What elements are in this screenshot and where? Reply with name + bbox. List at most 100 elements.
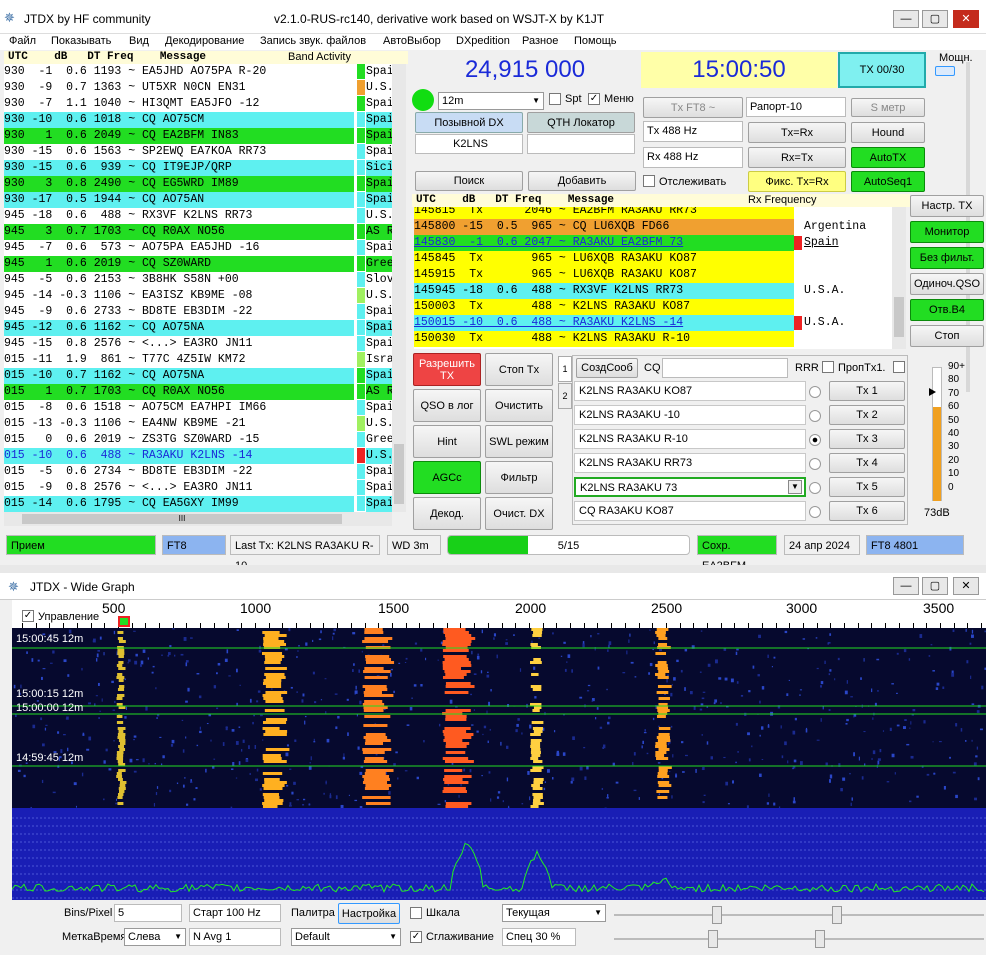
menu-file[interactable]: Файл (9, 35, 36, 47)
tx-eq-rx-button[interactable]: Tx=Rx (748, 122, 846, 143)
clear-button[interactable]: Очистить (485, 389, 553, 422)
cq-input[interactable] (662, 358, 788, 378)
band-activity-row[interactable]: 945 -15 0.8 2576 ~ <...> EA3RO JN11 (4, 336, 354, 352)
rx-row[interactable]: 150003 Tx 488 ~ K2LNS RA3AKU KO87 (414, 299, 794, 315)
rx-row[interactable]: 145800 -15 0.5 965 ~ CQ LU6XQB FD66 (414, 219, 794, 235)
menu-misc[interactable]: Разное (522, 35, 558, 47)
wg-close-button[interactable]: ✕ (953, 577, 979, 595)
tab-1[interactable]: 1 (558, 356, 572, 382)
rx-scrollbar[interactable] (892, 207, 906, 349)
band-activity-row[interactable]: 945 -7 0.6 573 ~ AO75PA EA5JHD -16 (4, 240, 354, 256)
band-activity-row[interactable]: 930 -7 1.1 1040 ~ HI3QMT EA5JFO -12 (4, 96, 354, 112)
smooth-checkbox[interactable]: ✓ (410, 931, 422, 943)
tx-mode-button[interactable]: Tx FT8 ~ (643, 97, 743, 118)
band-activity-row[interactable]: 930 -9 0.7 1363 ~ UT5XR N0CN EN31 (4, 80, 354, 96)
decode-button[interactable]: Декод. (413, 497, 481, 530)
monitor-button[interactable]: Монитор (910, 221, 984, 243)
rx-freq-spinner[interactable]: Rx 488 Hz (643, 147, 743, 168)
minimize-button[interactable]: — (893, 10, 919, 28)
band-activity-row[interactable]: 015 -10 0.6 488 ~ RA3AKU K2LNS -14 (4, 448, 354, 464)
band-activity-row[interactable]: 930 3 0.8 2490 ~ CQ EG5WRD IM89 (4, 176, 354, 192)
band-activity-row[interactable]: 945 -12 0.6 1162 ~ CQ AO75NA (4, 320, 354, 336)
tx4-message[interactable]: K2LNS RA3AKU RR73 (574, 453, 806, 473)
timestamp-select[interactable]: Слева (124, 928, 186, 946)
hound-button[interactable]: Hound (851, 122, 925, 143)
generate-msgs-button[interactable]: СоздСооб (576, 358, 638, 378)
tx6-button[interactable]: Tx 6 (829, 501, 905, 521)
agcc-button[interactable]: AGCc (413, 461, 481, 494)
band-activity-row[interactable]: 015 -13 -0.3 1106 ~ EA4NW KB9ME -21 (4, 416, 354, 432)
wg-maximize-button[interactable]: ▢ (922, 577, 948, 595)
band-activity-row[interactable]: 015 -14 0.6 1795 ~ CQ EA5GXY IM99 (4, 496, 354, 512)
rx-row[interactable]: 145845 Tx 965 ~ LU6XQB RA3AKU KO87 (414, 251, 794, 267)
rx-row[interactable]: 150030 Tx 488 ~ K2LNS RA3AKU R-10 (414, 331, 794, 347)
rx-row[interactable]: 145815 Tx 2046 ~ EA2BFM RA3AKU RR73 (414, 207, 794, 219)
stop-tx-button[interactable]: Стоп Tx (485, 353, 553, 386)
autoseq-button[interactable]: AutoSeq1 (851, 171, 925, 192)
tx6-message[interactable]: CQ RA3AKU KO87 (574, 501, 806, 521)
slider-4-handle[interactable] (815, 930, 825, 948)
power-slider-handle[interactable] (935, 66, 955, 76)
slider-1-handle[interactable] (712, 906, 722, 924)
band-select[interactable]: 12m (438, 92, 544, 110)
spec-input[interactable]: Спец 30 % (502, 928, 576, 946)
rx-eq-tx-button[interactable]: Rx=Tx (748, 147, 846, 168)
smeter-button[interactable]: S метр (851, 98, 925, 117)
tx4-radio[interactable] (809, 458, 821, 470)
band-activity-row[interactable]: 930 -17 0.5 1944 ~ CQ AO75AN (4, 192, 354, 208)
band-activity-row[interactable]: 015 -9 0.8 2576 ~ <...> EA3RO JN11 (4, 480, 354, 496)
band-activity-row[interactable]: 930 -1 0.6 1193 ~ EA5JHD AO75PA R-20 (4, 64, 354, 80)
tx1-message[interactable]: K2LNS RA3AKU KO87 (574, 381, 806, 401)
qso-log-button[interactable]: QSO в лог (413, 389, 481, 422)
add-button[interactable]: Добавить (528, 171, 636, 191)
tx-marker-icon[interactable] (118, 616, 130, 627)
band-activity-row[interactable]: 930 -15 0.6 1563 ~ SP2EWQ EA7KOA RR73 (4, 144, 354, 160)
skip-tx1-checkbox[interactable] (893, 361, 905, 373)
answer-b4-button[interactable]: Отв.В4 (910, 299, 984, 321)
rrr-checkbox[interactable] (822, 361, 834, 373)
stop-button[interactable]: Стоп (910, 325, 984, 347)
hint-button[interactable]: Hint (413, 425, 481, 458)
band-activity-row[interactable]: 015 -5 0.6 2734 ~ BD8TE EB3DIM -22 (4, 464, 354, 480)
band-activity-row[interactable]: 015 -10 0.7 1162 ~ CQ AO75NA (4, 368, 354, 384)
slider-2-handle[interactable] (832, 906, 842, 924)
band-activity-row[interactable]: 930 1 0.6 2049 ~ CQ EA2BFM IN83 (4, 128, 354, 144)
menu-help[interactable]: Помощь (574, 35, 617, 47)
rx-row[interactable]: 150015 -10 0.6 488 ~ RA3AKU K2LNS -14 (414, 315, 794, 331)
tx3-message[interactable]: K2LNS RA3AKU R-10 (574, 429, 806, 449)
band-activity-row[interactable]: 945 -18 0.6 488 ~ RX3VF K2LNS RR73 (4, 208, 354, 224)
band-activity-row[interactable]: 015 0 0.6 2019 ~ ZS3TG SZ0WARD -15 (4, 432, 354, 448)
palette-settings-button[interactable]: Настройка (338, 903, 400, 924)
menu-checkbox[interactable]: ✓ (588, 93, 600, 105)
enable-tx-button[interactable]: Разрешить TX (413, 353, 481, 386)
band-activity-row[interactable]: 015 1 0.7 1703 ~ CQ R0AX NO56 (4, 384, 354, 400)
fix-tx-rx-button[interactable]: Фикс. Tx=Rx (748, 171, 846, 192)
band-activity-scrollbar[interactable] (392, 64, 406, 512)
menu-dxpedition[interactable]: DXpedition (456, 35, 510, 47)
slider-3-handle[interactable] (708, 930, 718, 948)
dx-grid-input[interactable] (527, 134, 635, 154)
tx3-button[interactable]: Tx 3 (829, 429, 905, 449)
search-button[interactable]: Поиск (415, 171, 523, 191)
rx-row[interactable]: 145945 -18 0.6 488 ~ RX3VF K2LNS RR73 (414, 283, 794, 299)
swl-mode-button[interactable]: SWL режим (485, 425, 553, 458)
chevron-down-icon[interactable]: ▼ (788, 480, 802, 494)
menu-record[interactable]: Запись звук. файлов (260, 35, 366, 47)
band-activity-hscrollbar[interactable]: III (4, 512, 392, 526)
band-activity-list[interactable]: 930 -1 0.6 1193 ~ EA5JHD AO75PA R-20 Spai… (4, 64, 392, 512)
dx-call-input[interactable]: K2LNS (415, 134, 523, 154)
spt-checkbox[interactable] (549, 93, 561, 105)
waterfall-display[interactable]: 15:00:45 12m 15:00:15 12m 15:00:00 12m 1… (12, 628, 986, 808)
band-activity-row[interactable]: 945 -9 0.6 2733 ~ BD8TE EB3DIM -22 (4, 304, 354, 320)
menu-view[interactable]: Вид (129, 35, 149, 47)
navg-input[interactable]: N Avg 1 (189, 928, 281, 946)
report-spinner[interactable]: Рапорт-10 (746, 97, 846, 117)
start-freq-input[interactable]: Старт 100 Hz (189, 904, 281, 922)
single-qso-button[interactable]: Одиноч.QSO (910, 273, 984, 295)
tx2-radio[interactable] (809, 410, 821, 422)
close-button[interactable]: ✕ (953, 10, 979, 28)
dx-call-button[interactable]: Позывной DX (415, 112, 523, 133)
autotx-button[interactable]: AutoTX (851, 147, 925, 168)
filter-button[interactable]: Фильтр (485, 461, 553, 494)
tx4-button[interactable]: Tx 4 (829, 453, 905, 473)
